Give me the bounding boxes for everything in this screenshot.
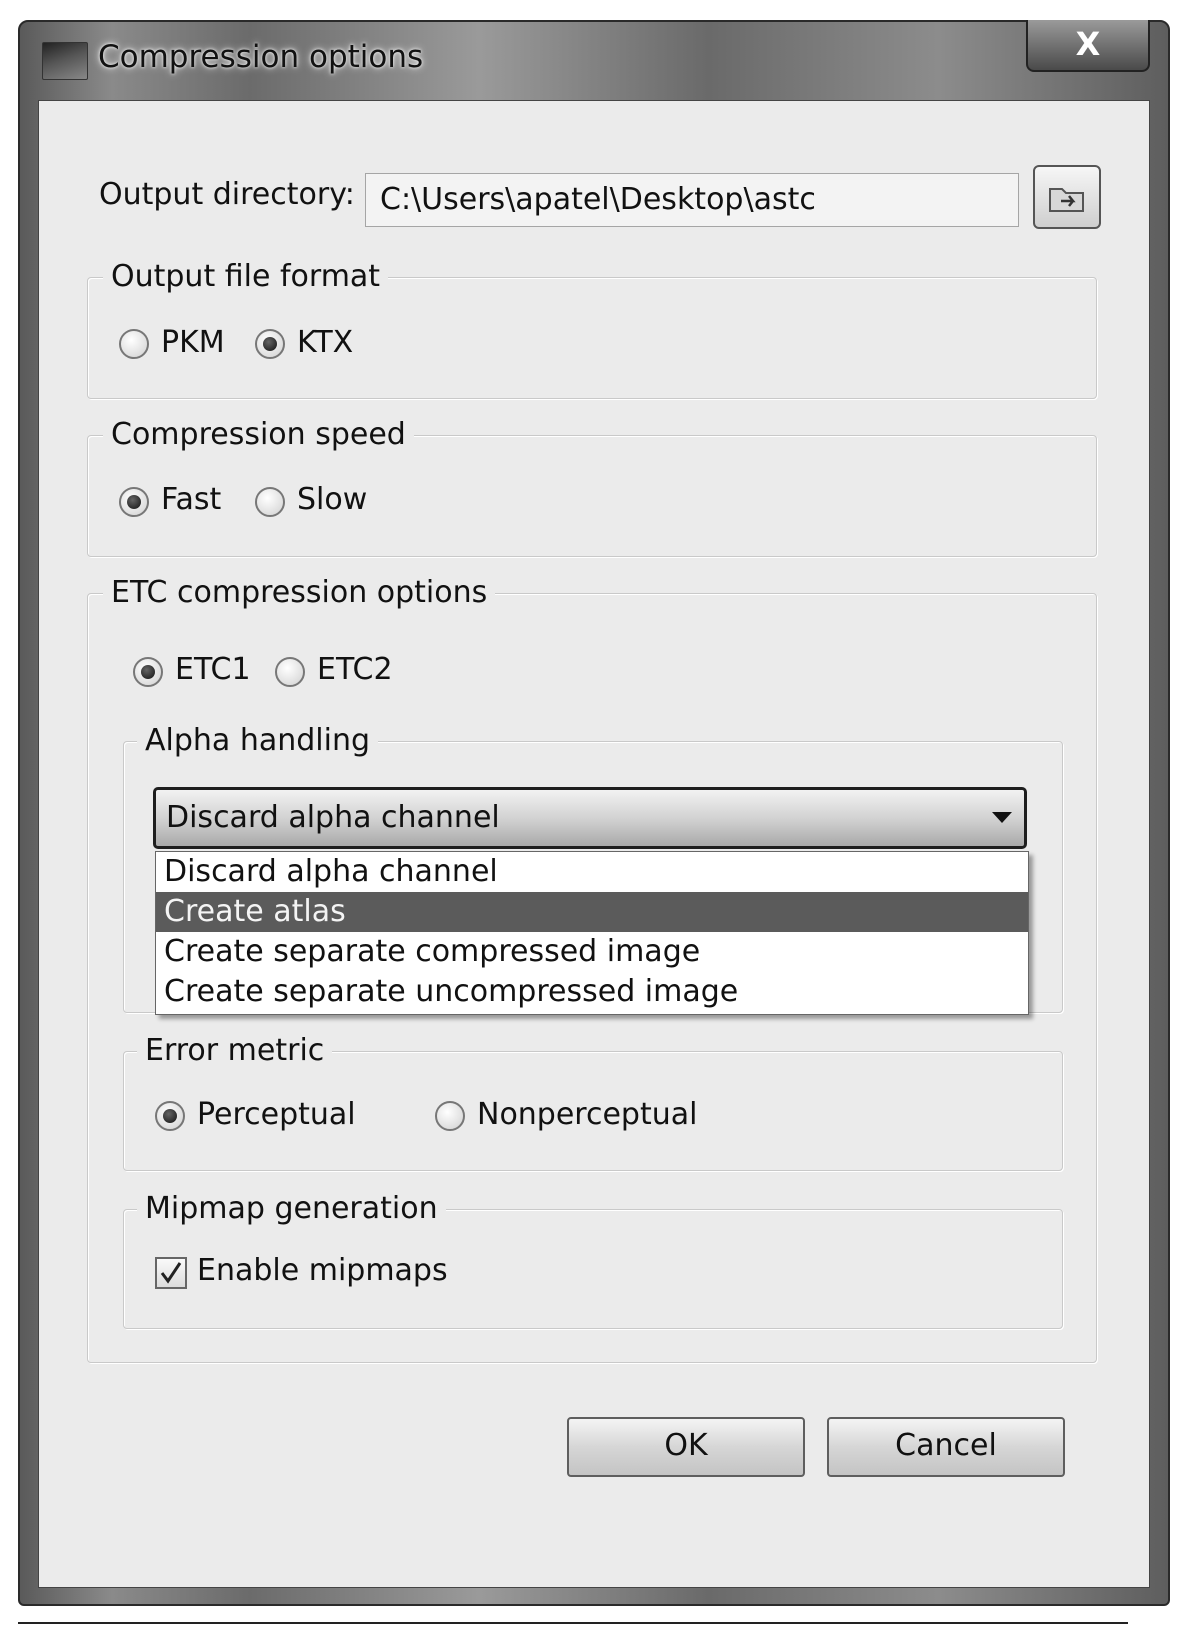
radio-slow-label: Slow [297, 482, 368, 517]
etc-options-title: ETC compression options [103, 575, 496, 610]
checkmark-icon [160, 1262, 182, 1284]
radio-pkm[interactable] [119, 329, 149, 359]
close-button[interactable]: X [1026, 20, 1150, 72]
alpha-handling-title: Alpha handling [137, 723, 379, 758]
dropdown-option-discard-alpha[interactable]: Discard alpha channel [156, 852, 1028, 892]
alpha-handling-dropdown-list: Discard alpha channel Create atlas Creat… [155, 851, 1029, 1015]
radio-nonperceptual-label: Nonperceptual [477, 1097, 698, 1132]
title-bar[interactable]: Compression options X [20, 20, 1168, 102]
radio-pkm-label: PKM [161, 325, 225, 360]
mipmap-title: Mipmap generation [137, 1191, 446, 1226]
output-file-format-group [87, 277, 1097, 399]
chevron-down-icon[interactable] [992, 812, 1012, 823]
radio-slow[interactable] [255, 487, 285, 517]
combobox-value: Discard alpha channel [166, 800, 500, 835]
radio-etc2[interactable] [275, 657, 305, 687]
radio-perceptual[interactable] [155, 1101, 185, 1131]
ok-button[interactable]: OK [567, 1417, 805, 1477]
radio-nonperceptual[interactable] [435, 1101, 465, 1131]
app-icon [42, 42, 88, 80]
radio-fast[interactable] [119, 487, 149, 517]
dropdown-option-create-atlas[interactable]: Create atlas [156, 892, 1028, 932]
radio-ktx[interactable] [255, 329, 285, 359]
dialog-body: Output directory: C:\Users\apatel\Deskto… [38, 100, 1150, 1588]
radio-perceptual-label: Perceptual [197, 1097, 356, 1132]
enable-mipmaps-label: Enable mipmaps [197, 1253, 448, 1288]
dropdown-option-separate-compressed[interactable]: Create separate compressed image [156, 932, 1028, 972]
browse-button[interactable] [1033, 165, 1101, 229]
cancel-button[interactable]: Cancel [827, 1417, 1065, 1477]
close-icon: X [1075, 25, 1101, 63]
alpha-handling-combobox[interactable]: Discard alpha channel [153, 787, 1027, 849]
radio-ktx-label: KTX [297, 325, 354, 360]
radio-etc1[interactable] [133, 657, 163, 687]
enable-mipmaps-checkbox[interactable] [155, 1257, 187, 1289]
compression-speed-group [87, 435, 1097, 557]
output-directory-input[interactable]: C:\Users\apatel\Desktop\astc [365, 173, 1019, 227]
output-file-format-title: Output file format [103, 259, 389, 294]
dialog-window: Compression options X Output directory: … [18, 20, 1170, 1606]
radio-etc2-label: ETC2 [317, 652, 393, 687]
folder-browse-icon [1049, 188, 1084, 212]
error-metric-title: Error metric [137, 1033, 333, 1068]
dropdown-option-separate-uncompressed[interactable]: Create separate uncompressed image [156, 972, 1028, 1012]
radio-fast-label: Fast [161, 482, 222, 517]
radio-etc1-label: ETC1 [175, 652, 251, 687]
window-title: Compression options [98, 39, 424, 75]
compression-speed-title: Compression speed [103, 417, 414, 452]
page-rule [18, 1622, 1128, 1624]
output-directory-label: Output directory: [99, 177, 355, 212]
